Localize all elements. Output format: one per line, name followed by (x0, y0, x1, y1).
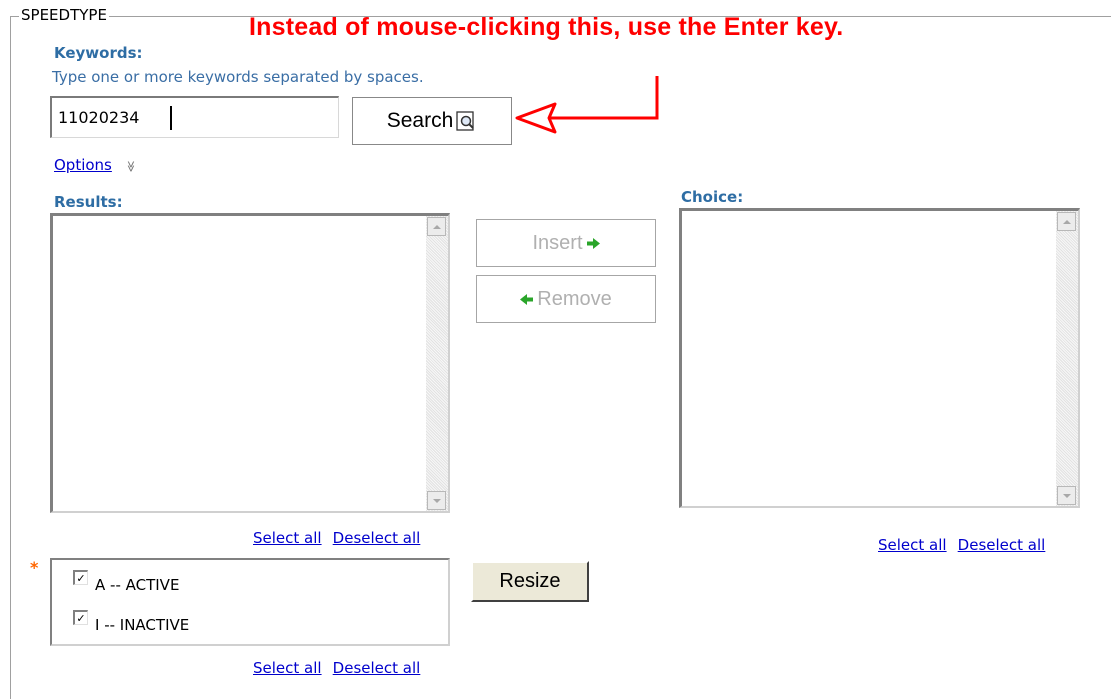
keywords-label: Keywords: (54, 44, 143, 62)
status-deselect-all-link[interactable]: Deselect all (333, 659, 421, 677)
insert-button-label: Insert (532, 231, 583, 254)
choice-deselect-all-link[interactable]: Deselect all (958, 536, 1046, 554)
choice-select-all-link[interactable]: Select all (878, 536, 947, 554)
results-label: Results: (54, 193, 123, 211)
search-button-label: Search (386, 109, 454, 132)
options-link[interactable]: Options (54, 156, 112, 174)
status-select-links: Select all Deselect all (253, 658, 420, 677)
options-toggle[interactable]: Options ≫ (54, 155, 137, 174)
status-select-all-link[interactable]: Select all (253, 659, 322, 677)
scroll-down-icon[interactable] (1057, 486, 1076, 505)
scroll-up-icon[interactable] (427, 217, 446, 236)
status-inactive-checkbox[interactable]: ✓ (73, 610, 88, 625)
results-scrollbar[interactable] (426, 216, 448, 511)
required-marker: * (30, 558, 39, 577)
keywords-input[interactable] (50, 96, 339, 138)
results-select-links: Select all Deselect all (253, 528, 420, 547)
scroll-up-icon[interactable] (1057, 212, 1076, 231)
results-select-all-link[interactable]: Select all (253, 529, 322, 547)
choice-label: Choice: (681, 188, 744, 206)
arrow-left-icon (520, 293, 534, 305)
annotation-arrow (515, 76, 659, 134)
remove-button-label: Remove (537, 287, 612, 310)
chevron-down-icon: ≫ (124, 160, 138, 173)
arrow-right-icon (586, 237, 600, 249)
text-caret (170, 106, 172, 130)
search-document-icon (456, 111, 474, 131)
choice-listbox[interactable] (679, 208, 1080, 508)
choice-select-links: Select all Deselect all (878, 535, 1045, 554)
results-deselect-all-link[interactable]: Deselect all (333, 529, 421, 547)
status-active-checkbox[interactable]: ✓ (73, 570, 88, 585)
scroll-down-icon[interactable] (427, 491, 446, 510)
status-inactive-label: I -- INACTIVE (95, 616, 190, 634)
insert-button[interactable]: Insert (476, 219, 656, 267)
results-listbox[interactable] (50, 213, 450, 513)
search-button[interactable]: Search (352, 97, 512, 145)
instruction-annotation: Instead of mouse-clicking this, use the … (249, 13, 844, 41)
status-active-label: A -- ACTIVE (95, 576, 180, 594)
keywords-hint: Type one or more keywords separated by s… (52, 68, 424, 86)
fieldset-legend: SPEEDTYPE (19, 6, 109, 24)
remove-button[interactable]: Remove (476, 275, 656, 323)
fieldset-border-left (10, 16, 11, 699)
choice-scrollbar[interactable] (1056, 211, 1078, 506)
resize-button[interactable]: Resize (471, 561, 589, 602)
